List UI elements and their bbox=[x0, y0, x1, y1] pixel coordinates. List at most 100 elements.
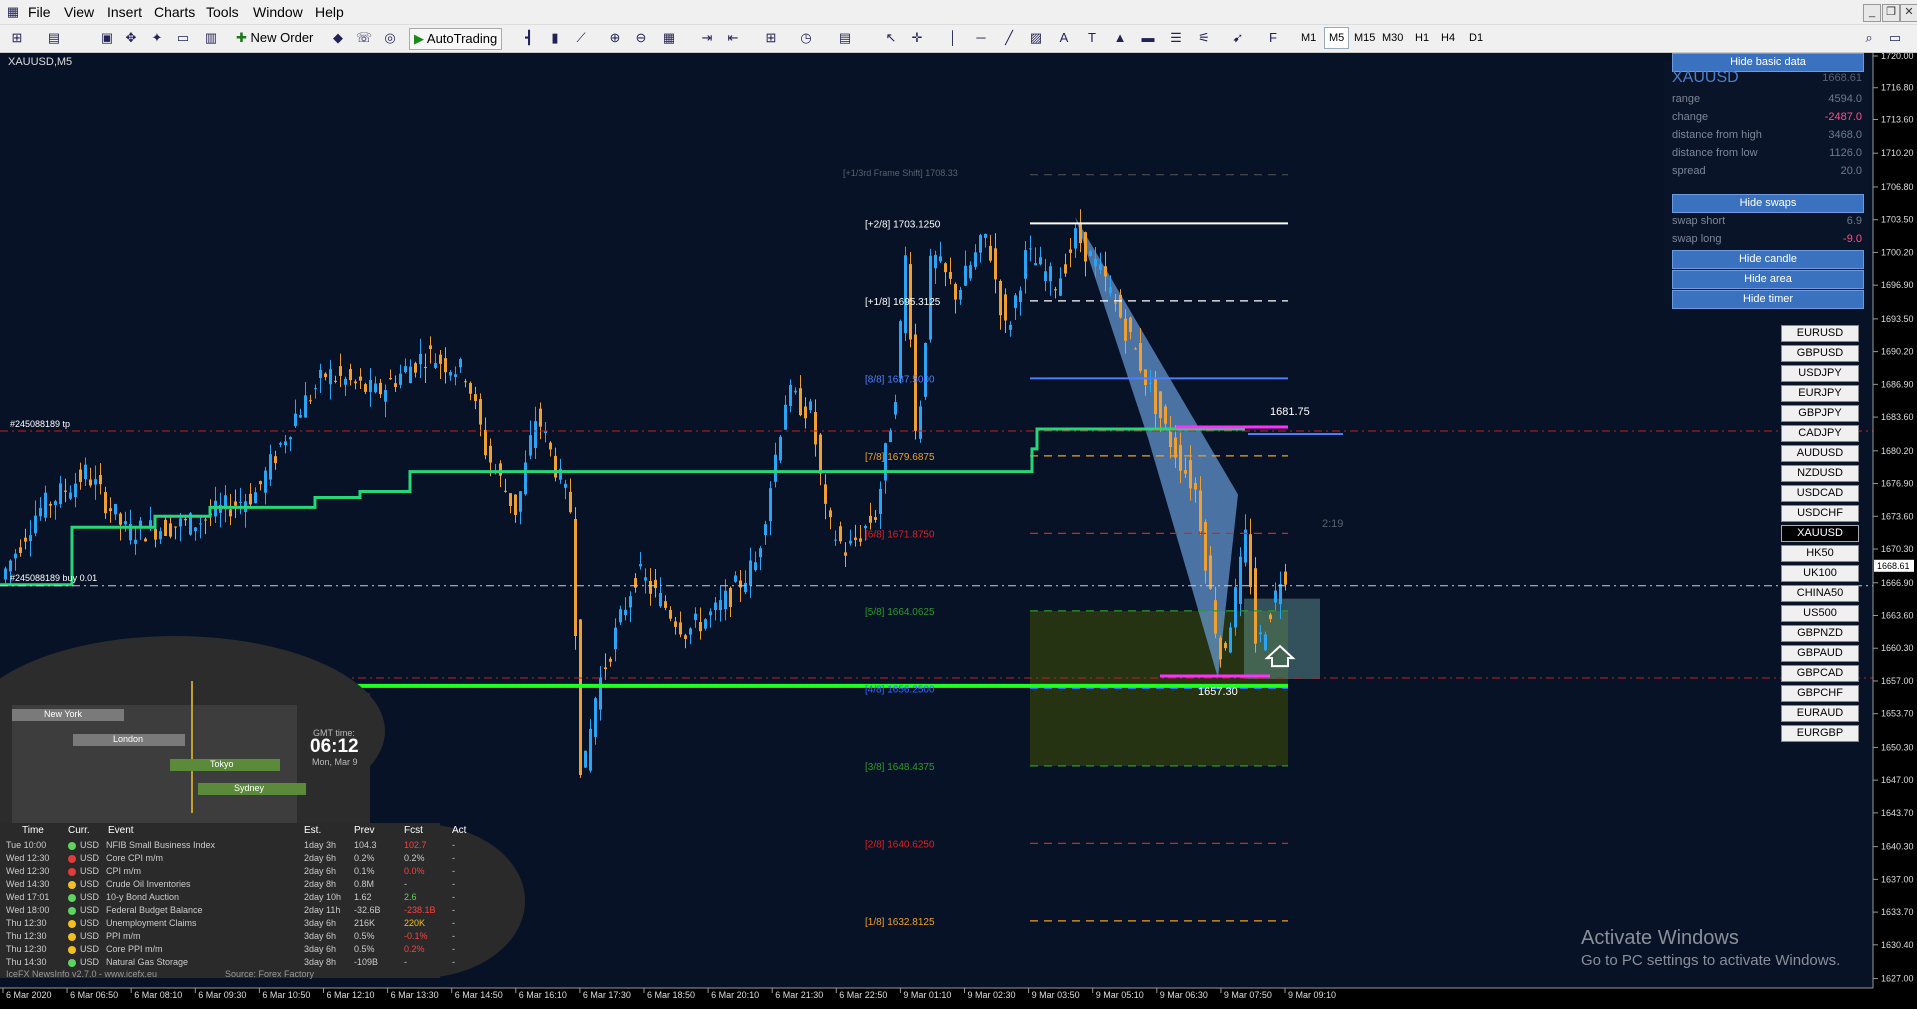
timeframe-m5[interactable]: M5 bbox=[1324, 27, 1350, 49]
crosshair-icon[interactable]: ✛ bbox=[908, 29, 926, 47]
panel-row-value: 20.0 bbox=[1840, 165, 1862, 177]
metaeditor-icon[interactable]: ◆ bbox=[329, 29, 347, 47]
candle-body bbox=[39, 507, 42, 517]
hide-timer-button[interactable]: Hide timer bbox=[1672, 290, 1864, 309]
news-header-cell: Prev bbox=[354, 825, 375, 836]
close-button[interactable]: ✕ bbox=[1900, 4, 1917, 22]
market-watch-icon[interactable]: ▣ bbox=[98, 29, 116, 47]
autoscroll-icon[interactable]: ⇥ bbox=[698, 29, 716, 47]
menu-file[interactable]: File bbox=[28, 4, 51, 20]
new-chart-icon[interactable]: ⊞ bbox=[8, 29, 26, 47]
profiles-icon[interactable]: ▤ bbox=[45, 29, 63, 47]
symbol-button-nzdusd[interactable]: NZDUSD bbox=[1781, 465, 1859, 482]
hide-area-button[interactable]: Hide area bbox=[1672, 270, 1864, 289]
price-tick-label: 1640.30 bbox=[1881, 842, 1914, 852]
symbol-button-eurusd[interactable]: EURUSD bbox=[1781, 325, 1859, 342]
hide-candle-button[interactable]: Hide candle bbox=[1672, 250, 1864, 269]
timeframe-d1[interactable]: D1 bbox=[1465, 28, 1487, 48]
horizontal-line-icon[interactable]: ─ bbox=[972, 29, 990, 47]
candle-body bbox=[714, 602, 717, 610]
cursor-icon[interactable]: ↖ bbox=[882, 29, 900, 47]
symbol-button-euraud[interactable]: EURAUD bbox=[1781, 705, 1859, 722]
symbol-button-audusd[interactable]: AUDUSD bbox=[1781, 445, 1859, 462]
symbol-button-gbpjpy[interactable]: GBPJPY bbox=[1781, 405, 1859, 422]
menu-tools[interactable]: Tools bbox=[206, 4, 239, 20]
candle-body bbox=[119, 513, 122, 525]
symbol-button-usdcad[interactable]: USDCAD bbox=[1781, 485, 1859, 502]
rectangle-icon[interactable]: ▬ bbox=[1139, 29, 1157, 47]
news-prev: 104.3 bbox=[354, 840, 377, 850]
timeframe-m30[interactable]: M30 bbox=[1378, 28, 1407, 48]
hide-swaps-button[interactable]: Hide swaps bbox=[1672, 194, 1864, 213]
market-icon[interactable]: ◎ bbox=[381, 29, 399, 47]
symbol-button-gbpusd[interactable]: GBPUSD bbox=[1781, 345, 1859, 362]
text-label-icon[interactable]: T bbox=[1083, 29, 1101, 47]
symbol-button-gbpnzd[interactable]: GBPNZD bbox=[1781, 625, 1859, 642]
symbol-button-hk50[interactable]: HK50 bbox=[1781, 545, 1859, 562]
strategy-tester-icon[interactable]: ▥ bbox=[202, 29, 220, 47]
candlestick-icon[interactable]: ▮ bbox=[546, 29, 564, 47]
indicators-icon[interactable]: ⊞ bbox=[762, 29, 780, 47]
symbol-button-cadjpy[interactable]: CADJPY bbox=[1781, 425, 1859, 442]
candle-body bbox=[1009, 324, 1012, 330]
equidistant-channel-icon[interactable]: ▨ bbox=[1027, 29, 1045, 47]
symbol-button-us500[interactable]: US500 bbox=[1781, 605, 1859, 622]
timeframe-h4[interactable]: H4 bbox=[1437, 28, 1459, 48]
signals-icon[interactable]: ☏ bbox=[355, 29, 373, 47]
tile-windows-icon[interactable]: ▦ bbox=[660, 29, 678, 47]
symbol-button-china50[interactable]: CHINA50 bbox=[1781, 585, 1859, 602]
news-footer-source[interactable]: IceFX NewsInfo v2.7.0 - www.icefx.eu bbox=[6, 969, 157, 979]
menu-insert[interactable]: Insert bbox=[107, 4, 142, 20]
symbol-button-gbpcad[interactable]: GBPCAD bbox=[1781, 665, 1859, 682]
triangle-icon[interactable]: ▲ bbox=[1111, 29, 1129, 47]
symbol-button-gbpaud[interactable]: GBPAUD bbox=[1781, 645, 1859, 662]
arrows-icon[interactable]: ➹ bbox=[1229, 29, 1247, 47]
symbol-button-gbpchf[interactable]: GBPCHF bbox=[1781, 685, 1859, 702]
search-icon[interactable]: ⌕ bbox=[1860, 29, 1878, 47]
symbol-button-usdchf[interactable]: USDCHF bbox=[1781, 505, 1859, 522]
candle-body bbox=[464, 381, 467, 383]
news-currency: USD bbox=[80, 892, 100, 902]
news-event: Core CPI m/m bbox=[106, 853, 164, 863]
terminal-icon[interactable]: ▭ bbox=[174, 29, 192, 47]
trendline-icon[interactable]: ╱ bbox=[1000, 29, 1018, 47]
bar-chart-icon[interactable]: ┫ bbox=[520, 29, 538, 47]
line-chart-icon[interactable]: ⟋ bbox=[572, 29, 590, 47]
chat-icon[interactable]: ▭ bbox=[1886, 29, 1904, 47]
symbol-button-eurjpy[interactable]: EURJPY bbox=[1781, 385, 1859, 402]
symbol-button-eurgbp[interactable]: EURGBP bbox=[1781, 725, 1859, 742]
menu-charts[interactable]: Charts bbox=[154, 4, 195, 20]
price-tick-label: 1670.30 bbox=[1881, 544, 1914, 554]
menu-help[interactable]: Help bbox=[315, 4, 344, 20]
periods-icon[interactable]: ◷ bbox=[797, 29, 815, 47]
fibo-icon[interactable]: ☰ bbox=[1167, 29, 1185, 47]
timeframe-m1[interactable]: M1 bbox=[1297, 28, 1320, 48]
timeframe-m15[interactable]: M15 bbox=[1350, 28, 1379, 48]
zoom-out-icon[interactable]: ⊖ bbox=[632, 29, 650, 47]
chart-window[interactable]: [+1/3rd Frame Shift] 1708.33 [+2/8] 1703.… bbox=[0, 53, 1917, 1009]
candle-body bbox=[514, 494, 517, 515]
autotrading-button[interactable]: ▶ AutoTrading bbox=[409, 28, 503, 50]
symbol-button-xauusd[interactable]: XAUUSD bbox=[1781, 525, 1859, 542]
text-icon[interactable]: A bbox=[1055, 29, 1073, 47]
menu-window[interactable]: Window bbox=[253, 4, 303, 20]
navigator-icon[interactable]: ✦ bbox=[148, 29, 166, 47]
fibo-time-icon[interactable]: F bbox=[1264, 29, 1282, 47]
chart-shift-icon[interactable]: ⇤ bbox=[724, 29, 742, 47]
symbol-button-uk100[interactable]: UK100 bbox=[1781, 565, 1859, 582]
news-currency: USD bbox=[80, 918, 100, 928]
fibo-extension-icon[interactable]: ⚟ bbox=[1195, 29, 1213, 47]
vertical-line-icon[interactable]: │ bbox=[944, 29, 962, 47]
symbol-button-usdjpy[interactable]: USDJPY bbox=[1781, 365, 1859, 382]
zoom-in-icon[interactable]: ⊕ bbox=[606, 29, 624, 47]
menu-view[interactable]: View bbox=[64, 4, 94, 20]
timeframe-h1[interactable]: H1 bbox=[1411, 28, 1433, 48]
templates-icon[interactable]: ▤ bbox=[836, 29, 854, 47]
candle-body bbox=[699, 621, 702, 632]
restore-button[interactable]: ❐ bbox=[1882, 4, 1900, 22]
data-window-icon[interactable]: ✥ bbox=[122, 29, 140, 47]
new-order-button[interactable]: ✚ New Order bbox=[236, 28, 313, 48]
murrey-level-label: [2/8] 1640.6250 bbox=[865, 839, 935, 850]
candle-body bbox=[319, 369, 322, 379]
minimize-button[interactable]: _ bbox=[1863, 4, 1881, 22]
